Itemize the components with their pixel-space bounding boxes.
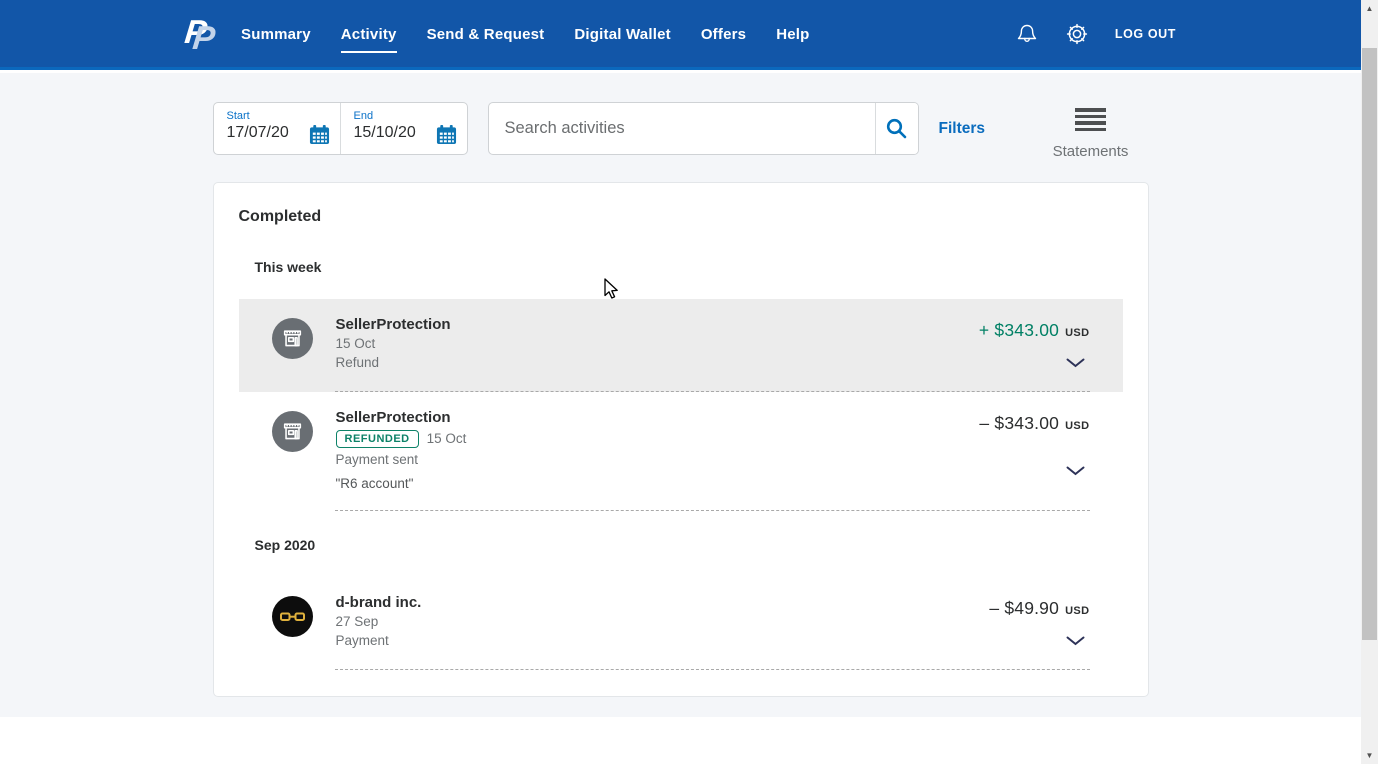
transaction-date: 15 Oct: [336, 335, 451, 354]
transaction-type: Payment: [336, 632, 422, 651]
paypal-logo[interactable]: P P: [185, 12, 221, 58]
group-heading-sep-2020: Sep 2020: [255, 537, 1107, 553]
store-icon: [280, 326, 305, 351]
refunded-status-badge: REFUNDED: [336, 430, 419, 448]
transaction-row[interactable]: SellerProtection REFUNDED 15 Oct Payment…: [239, 392, 1123, 511]
transaction-details: d-brand inc. 27 Sep Payment: [336, 593, 422, 650]
statements-button[interactable]: Statements: [1033, 108, 1149, 160]
nav-help[interactable]: Help: [776, 26, 809, 53]
statements-lines-icon: [1075, 108, 1106, 134]
transaction-name: d-brand inc.: [336, 593, 422, 613]
paypal-logo-front-p: P: [191, 21, 216, 54]
d-brand-logo: [279, 609, 306, 624]
activity-page-body: Start 17/07/20 End 1: [0, 73, 1361, 717]
scroll-up-button[interactable]: ▲: [1361, 0, 1378, 17]
transaction-currency: USD: [1065, 605, 1089, 617]
completed-section-title: Completed: [239, 208, 1123, 226]
chevron-down-icon[interactable]: [1066, 466, 1085, 476]
filters-link[interactable]: Filters: [939, 102, 986, 155]
row-divider: [335, 669, 1090, 670]
transaction-date: 27 Sep: [336, 613, 422, 632]
transaction-amount: – $343.00: [979, 413, 1059, 434]
chevron-down-icon[interactable]: [1066, 358, 1085, 368]
start-date-field[interactable]: Start 17/07/20: [214, 103, 340, 154]
scrollbar-thumb[interactable]: [1362, 48, 1377, 640]
transaction-amount: – $49.90: [989, 598, 1059, 619]
transaction-row[interactable]: SellerProtection 15 Oct Refund + $343.00…: [239, 299, 1123, 392]
transaction-type: Payment sent: [336, 451, 467, 470]
end-date-label: End: [354, 110, 467, 122]
transaction-details: SellerProtection REFUNDED 15 Oct Payment…: [336, 408, 467, 491]
nav-right-group: LOG OUT: [1015, 22, 1176, 46]
gear-icon[interactable]: [1065, 22, 1089, 46]
nav-activity[interactable]: Activity: [341, 26, 397, 53]
merchant-avatar: [272, 596, 313, 637]
search-activities-box: [488, 102, 919, 155]
search-icon: [885, 117, 908, 140]
store-icon: [280, 419, 305, 444]
row-divider: [335, 510, 1090, 511]
calendar-icon[interactable]: [436, 124, 457, 145]
transaction-amount-block: – $49.90 USD: [989, 598, 1089, 646]
activity-card: Completed This week SellerProtection 15 …: [213, 182, 1149, 697]
vertical-scrollbar[interactable]: ▲ ▼: [1361, 0, 1378, 764]
nav-offers[interactable]: Offers: [701, 26, 746, 53]
start-date-label: Start: [227, 110, 340, 122]
search-input[interactable]: [489, 103, 875, 154]
transaction-amount-block: – $343.00 USD: [979, 413, 1089, 476]
nav-digital-wallet[interactable]: Digital Wallet: [574, 26, 670, 53]
scroll-down-button[interactable]: ▼: [1361, 747, 1378, 764]
filter-toolbar: Start 17/07/20 End 1: [213, 102, 1149, 156]
transaction-currency: USD: [1065, 420, 1089, 432]
chevron-down-icon[interactable]: [1066, 636, 1085, 646]
end-date-field[interactable]: End 15/10/20: [340, 103, 467, 154]
transaction-date: 15 Oct: [427, 430, 467, 449]
primary-nav: Summary Activity Send & Request Digital …: [241, 26, 810, 43]
nav-send-request[interactable]: Send & Request: [427, 26, 545, 53]
transaction-amount: + $343.00: [979, 320, 1059, 341]
transaction-name: SellerProtection: [336, 315, 451, 335]
bell-icon[interactable]: [1015, 22, 1039, 46]
top-navbar: P P Summary Activity Send & Request Digi…: [0, 0, 1361, 70]
search-button[interactable]: [875, 103, 918, 154]
transaction-currency: USD: [1065, 327, 1089, 339]
transaction-type: Refund: [336, 354, 451, 373]
logout-button[interactable]: LOG OUT: [1115, 27, 1176, 41]
paypal-activity-page: P P Summary Activity Send & Request Digi…: [0, 0, 1378, 764]
transaction-note: "R6 account": [336, 476, 467, 491]
transaction-details: SellerProtection 15 Oct Refund: [336, 315, 451, 372]
nav-summary[interactable]: Summary: [241, 26, 311, 53]
merchant-avatar: [272, 411, 313, 452]
transaction-amount-block: + $343.00 USD: [979, 320, 1090, 368]
group-heading-this-week: This week: [255, 259, 1107, 275]
merchant-avatar: [272, 318, 313, 359]
calendar-icon[interactable]: [309, 124, 330, 145]
transaction-name: SellerProtection: [336, 408, 467, 428]
date-range-picker: Start 17/07/20 End 1: [213, 102, 468, 155]
transaction-row[interactable]: d-brand inc. 27 Sep Payment – $49.90 USD: [239, 577, 1123, 670]
statements-label: Statements: [1033, 143, 1149, 160]
